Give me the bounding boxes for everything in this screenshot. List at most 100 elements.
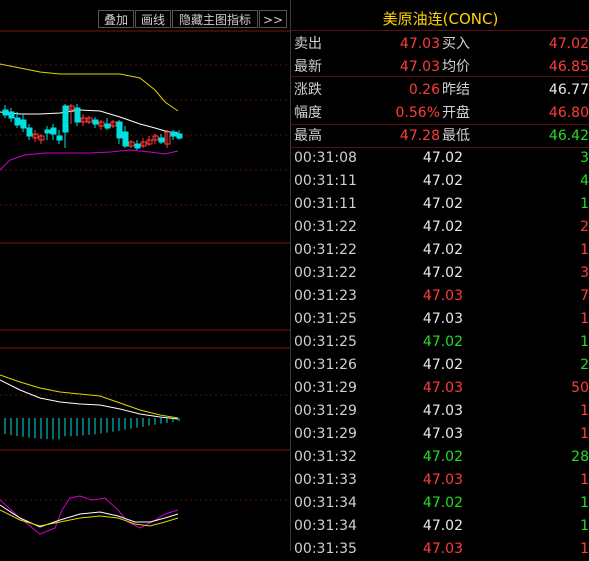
candle-body: [44, 129, 51, 134]
tick-price: 47.02: [422, 449, 463, 465]
tick-row: 00:31:34 47.02 1: [291, 492, 589, 515]
tick-price: 47.02: [422, 150, 463, 166]
quote-row: 幅度 0.56% 开盘 46.80: [291, 102, 589, 124]
tick-volume: 3: [580, 265, 589, 281]
quote-label1: 涨跌: [294, 82, 322, 98]
divider: [291, 30, 589, 31]
tick-price: 47.02: [422, 242, 463, 258]
tick-volume: 7: [580, 288, 589, 304]
tick-row: 00:31:33 47.03 1: [291, 469, 589, 492]
tick-row: 00:31:29 47.03 50: [291, 377, 589, 400]
tick-time: 00:31:32: [294, 449, 357, 465]
tick-volume: 1: [580, 334, 589, 350]
tick-row: 00:31:25 47.02 1: [291, 331, 589, 354]
tick-price: 47.02: [422, 518, 463, 534]
quote-row: 最新 47.03 均价 46.85: [291, 56, 589, 78]
quote-panel: 美原油连(CONC) 卖出 47.03 买入 47.02 最新 47.03 均价 46.85 涨…: [290, 0, 589, 557]
tick-row: 00:31:35 47.03 1: [291, 538, 589, 561]
candle-body: [50, 127, 57, 135]
divider: [291, 124, 589, 125]
tick-time: 00:31:29: [294, 403, 357, 419]
candle-body: [104, 123, 111, 129]
boll-lower-line: [0, 149, 179, 171]
tick-volume: 1: [580, 242, 589, 258]
tick-price: 47.03: [422, 403, 463, 419]
tick-price: 47.03: [422, 288, 463, 304]
tick-volume: 2: [580, 357, 589, 373]
tick-row: 00:31:29 47.03 1: [291, 423, 589, 446]
candle-body: [56, 135, 63, 141]
tick-row: 00:31:08 47.02 3: [291, 147, 589, 170]
tick-volume: 3: [580, 150, 589, 166]
tick-price: 47.02: [422, 265, 463, 281]
overlay-button[interactable]: 叠加: [98, 10, 134, 28]
tick-volume: 28: [571, 449, 589, 465]
quote-row: 最高 47.28 最低 46.42: [291, 125, 589, 147]
candle-body: [134, 143, 141, 149]
draw-line-button[interactable]: 画线: [135, 10, 171, 28]
quote-label2: 均价: [442, 59, 470, 75]
tick-time: 00:31:35: [294, 541, 357, 557]
quote-value1: 47.03: [399, 59, 440, 75]
quote-row: 涨跌 0.26 昨结 46.77: [291, 79, 589, 101]
candle-body: [74, 107, 81, 123]
macd-dea-line: [0, 374, 179, 419]
quote-value1: 0.56%: [395, 105, 440, 121]
tick-volume: 2: [580, 219, 589, 235]
quote-value2: 46.77: [548, 82, 589, 98]
quote-label1: 幅度: [294, 105, 322, 121]
hide-indicator-button[interactable]: 隐藏主图指标: [172, 10, 258, 28]
tick-volume: 1: [580, 495, 589, 511]
tick-time: 00:31:33: [294, 472, 357, 488]
chart-panel[interactable]: 叠加 画线 隐藏主图指标 >>: [0, 0, 290, 551]
candle-body: [176, 133, 183, 139]
tick-price: 47.02: [422, 334, 463, 350]
tick-row: 00:31:26 47.02 2: [291, 354, 589, 377]
tick-price: 47.03: [422, 380, 463, 396]
candle-body: [8, 111, 15, 119]
tick-volume: 4: [580, 173, 589, 189]
tick-price: 47.03: [422, 426, 463, 442]
tick-volume: 1: [580, 311, 589, 327]
boll-upper-line: [0, 63, 179, 112]
instrument-title: 美原油连(CONC): [382, 10, 499, 28]
tick-time: 00:31:23: [294, 288, 357, 304]
quote-label2: 开盘: [442, 105, 470, 121]
tick-time: 00:31:25: [294, 311, 357, 327]
candle-body: [2, 109, 9, 116]
tick-price: 47.03: [422, 541, 463, 557]
tick-time: 00:31:22: [294, 242, 357, 258]
tick-time: 00:31:11: [294, 196, 357, 212]
tick-time: 00:31:34: [294, 518, 357, 534]
tick-row: 00:31:22 47.02 3: [291, 262, 589, 285]
quote-value1: 47.28: [399, 128, 440, 144]
tick-price: 47.02: [422, 219, 463, 235]
tick-volume: 50: [571, 380, 589, 396]
quote-value2: 46.85: [548, 59, 589, 75]
more-button[interactable]: >>: [259, 10, 287, 28]
candle-body: [122, 131, 129, 147]
tick-price: 47.02: [422, 357, 463, 373]
quote-label1: 最高: [294, 128, 322, 144]
candle-body: [14, 117, 21, 126]
quote-value2: 46.42: [548, 128, 589, 144]
tick-price: 47.02: [422, 173, 463, 189]
candle-body: [158, 137, 165, 143]
tick-time: 00:31:29: [294, 380, 357, 396]
candle-body: [116, 121, 123, 139]
tick-price: 47.02: [422, 495, 463, 511]
candle-body: [26, 127, 33, 137]
tick-volume: 1: [580, 472, 589, 488]
kline-chart[interactable]: [0, 0, 290, 551]
quote-value2: 46.80: [548, 105, 589, 121]
tick-time: 00:31:22: [294, 219, 357, 235]
tick-row: 00:31:11 47.02 1: [291, 193, 589, 216]
quote-value1: 47.03: [399, 36, 440, 52]
quote-label2: 昨结: [442, 82, 470, 98]
tick-time: 00:31:25: [294, 334, 357, 350]
tick-row: 00:31:32 47.02 28: [291, 446, 589, 469]
tick-volume: 1: [580, 403, 589, 419]
tick-price: 47.02: [422, 196, 463, 212]
tick-volume: 1: [580, 426, 589, 442]
tick-row: 00:31:23 47.03 7: [291, 285, 589, 308]
